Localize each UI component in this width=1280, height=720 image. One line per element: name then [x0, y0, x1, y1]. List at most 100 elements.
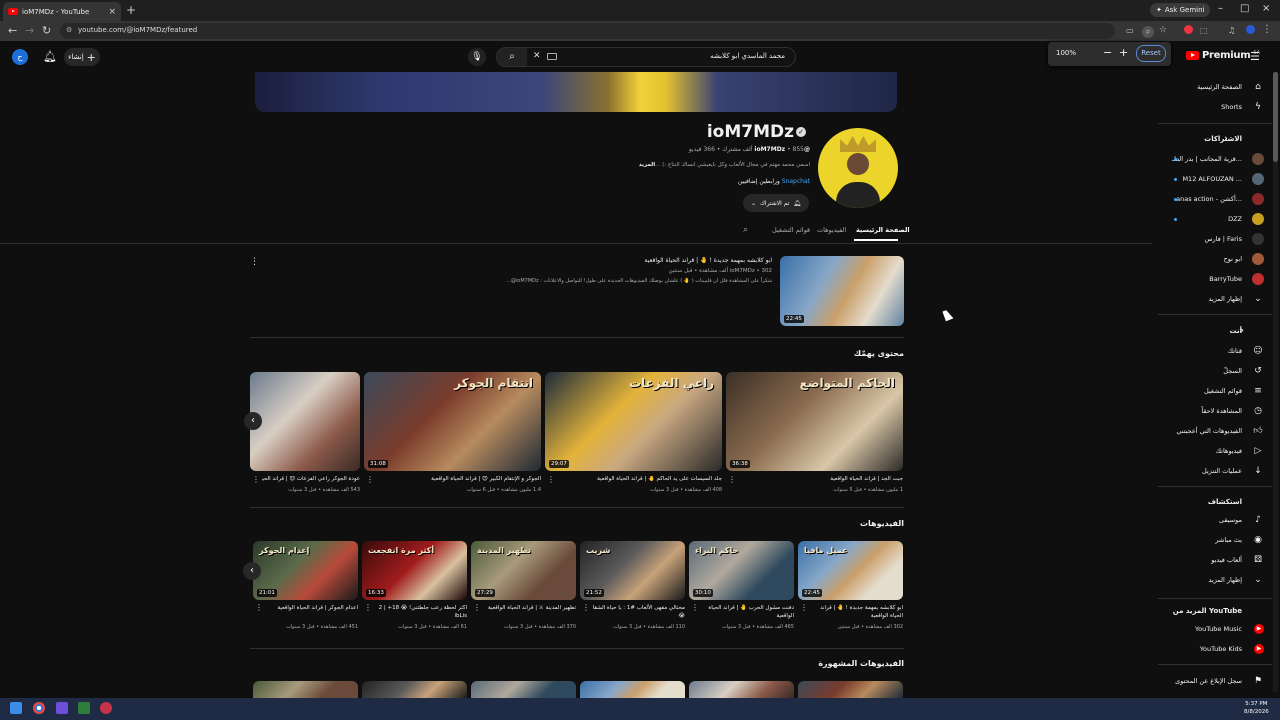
video-card[interactable]: شريب 21:52 محتالي مقهى الألعاب #1 : يا حيا… [580, 541, 685, 637]
sidebar-subscription-item[interactable]: فارس | Faris [1158, 230, 1272, 248]
video-card[interactable]: راعي الفزعات 29:07 جلد السيسات على يد الحا… [545, 372, 722, 497]
sidebar-item-explore[interactable]: موسيقى ♪ [1158, 511, 1272, 529]
sidebar-item-home[interactable]: الصفحة الرئيسية ⌂ [1158, 78, 1272, 96]
sidebar-item-you[interactable]: فيديوهاتك ▷ [1158, 442, 1272, 460]
video-thumbnail[interactable]: الحاكم المتواضع 36:38 [726, 372, 903, 471]
sidebar-item-explore[interactable]: بث مباشر ◉ [1158, 531, 1272, 549]
video-thumbnail[interactable]: إعدام الجوكر 21:01 [253, 541, 358, 600]
video-thumbnail[interactable]: انتقام الجوكر 31:08 [364, 372, 541, 471]
video-title[interactable]: الجوكر و الإنتقام الكبير 😈 | قراند الحيا… [376, 476, 541, 482]
sidebar-item-you[interactable]: السجلّ ↺ [1158, 362, 1272, 380]
video-title[interactable]: اكثر لحظة رعب جلطتني! 😭 18+ | 2 ibLis [371, 604, 467, 620]
video-card[interactable]: الحاكم المتواضع 36:38 جبت الجد | قراند الح… [726, 372, 903, 497]
new-tab-icon[interactable]: + [126, 3, 136, 17]
video-card[interactable]: إعدام الجوكر 21:01 اعدام الجوكر | قراند ال… [253, 541, 358, 637]
featured-thumbnail[interactable]: 22:45 [780, 256, 904, 326]
close-window-icon[interactable]: × [1262, 3, 1270, 14]
sidebar-subscription-item[interactable]: BarryTube [1158, 270, 1272, 288]
video-card[interactable]: عودة الجوكر راعي الفزعات 😈 | قراند الحيا… [250, 372, 360, 497]
hamburger-menu-icon[interactable]: ☰ [1250, 50, 1260, 63]
account-avatar[interactable]: ح [12, 49, 28, 65]
clear-search-icon[interactable]: ✕ [533, 51, 541, 61]
sidebar-subscription-item[interactable]: قرية المجانب | بدر الطـ... [1158, 150, 1272, 168]
video-title[interactable]: جلد السيسات على يد الحاكم 🤚 | قراند الحي… [557, 476, 722, 482]
back-icon[interactable]: ← [8, 24, 17, 37]
sidebar-item-you[interactable]: قوائم التشغيل ≡ [1158, 382, 1272, 400]
video-title[interactable]: اعدام الجوكر | قراند الحياة الواقعية [262, 604, 358, 612]
browser-menu-icon[interactable]: ⋮ [1262, 24, 1272, 35]
minimize-icon[interactable]: – [1218, 3, 1223, 14]
profile-icon[interactable] [1246, 25, 1255, 34]
video-card[interactable]: حاكم البراء 30:10 دفنت مشول الحرب 🤚 | قران… [689, 541, 794, 637]
sidebar-item-you[interactable]: الفيديوهات التي أعجبتني 👍︎ [1158, 422, 1272, 440]
zoom-in-button[interactable]: + [1119, 46, 1128, 59]
sidebar-item-shorts[interactable]: Shorts ϟ [1158, 98, 1272, 116]
more-actions-icon[interactable]: ⋮ [582, 603, 590, 612]
page-scrollbar[interactable] [1273, 72, 1278, 692]
notifications-bell-icon[interactable]: 🔔︎ [43, 50, 57, 63]
sidebar-subscription-item[interactable]: DZZ [1158, 210, 1272, 228]
sidebar-item-youtube-music[interactable]: YouTube Music ▶ [1158, 620, 1272, 638]
more-actions-icon[interactable]: ⋮ [364, 603, 372, 612]
close-tab-icon[interactable]: × [108, 7, 116, 17]
more-actions-icon[interactable]: ⋮ [691, 603, 699, 612]
create-button[interactable]: إنشاء + [64, 48, 100, 66]
sidebar-subscription-item[interactable]: anas action - أكشن... [1158, 190, 1272, 208]
channel-description[interactable]: اسمي محمد مهتم في مجال الألعاب وكل بايعي… [540, 162, 810, 168]
video-card[interactable]: عميل مافيا 22:45 ابو كلابشه بمهمة جديدة ! … [798, 541, 903, 637]
more-actions-icon[interactable]: ⋮ [473, 603, 481, 612]
tab-videos[interactable]: الفيديوهات [817, 226, 846, 234]
video-title[interactable]: ابو كلابشه بمهمة جديدة ! 🤚 | قراند الحيا… [807, 604, 903, 620]
sidebar-item-you[interactable]: المشاهدة لاحقاً ◷ [1158, 402, 1272, 420]
video-title[interactable]: محتالي مقهى الألعاب #1 : يا حياة الشقا 😭 [589, 604, 685, 620]
video-thumbnail[interactable]: راعي الفزعات 29:07 [545, 372, 722, 471]
more-actions-icon[interactable]: ⋮ [728, 475, 736, 484]
taskbar-clock[interactable]: 5:37 PM 8/8/2026 [1244, 700, 1269, 716]
shelf-previous-arrow[interactable]: ‹ [244, 412, 262, 430]
channel-links[interactable]: Snapchat ورابطين إضافيين [640, 178, 810, 185]
video-thumbnail[interactable]: تطهير المدينة 27:29 [471, 541, 576, 600]
video-thumbnail[interactable]: حاكم البراء 30:10 [689, 541, 794, 600]
bookmark-star-icon[interactable]: ☆ [1159, 25, 1167, 35]
channel-search-icon[interactable]: ⌕ [743, 225, 748, 235]
sidebar-item-report-history[interactable]: سجل الإبلاغ عن المحتوى ⚑ [1158, 672, 1272, 690]
video-title[interactable]: عودة الجوكر راعي الفزعات 😈 | قراند الحيا… [262, 476, 360, 482]
search-box[interactable]: ⌕ ✕ محمد الماسدي ابو كلابشه [496, 47, 796, 67]
channel-avatar[interactable] [818, 128, 898, 208]
youtube-premium-logo[interactable]: Premium SA [1186, 50, 1260, 61]
sidebar-item-explore[interactable]: ألعاب فيديو ⚄ [1158, 551, 1272, 569]
shelf-previous-arrow[interactable]: ‹ [243, 562, 261, 580]
search-input[interactable]: محمد الماسدي ابو كلابشه [710, 52, 785, 60]
snapchat-link[interactable]: Snapchat [782, 178, 810, 185]
video-thumbnail[interactable] [250, 372, 360, 471]
video-title[interactable]: تطهير المدينة ⚔ | قراند الحياة الواقعية [480, 604, 576, 612]
sidebar-subscription-item[interactable]: ابو نوح [1158, 250, 1272, 268]
sidebar-subscription-item[interactable]: M12 ALFOUZAN ... [1158, 170, 1272, 188]
site-info-icon[interactable]: ⚙ [66, 26, 72, 34]
video-thumbnail[interactable] [798, 681, 903, 698]
more-actions-icon[interactable]: ⋮ [255, 603, 263, 612]
ask-gemini-button[interactable]: ✦ Ask Gemini [1150, 3, 1211, 17]
forward-icon[interactable]: → [25, 24, 34, 37]
sidebar-item-explore[interactable]: إظهار المزيد ⌄ [1158, 571, 1272, 589]
video-title[interactable]: دفنت مشول الحرب 🤚 | قراند الحياة الواقعي… [698, 604, 794, 620]
video-thumbnail[interactable]: شريب 21:52 [580, 541, 685, 600]
chrome-icon[interactable] [33, 702, 45, 714]
zoom-icon[interactable]: ⌕ [1142, 26, 1154, 38]
sidebar-item-you[interactable]: عمليات التنزيل ↓ [1158, 462, 1272, 480]
more-link[interactable]: المزيد [639, 162, 655, 168]
sidebar-item-youtube-kids[interactable]: YouTube Kids ▶ [1158, 640, 1272, 658]
video-title[interactable]: جبت الجد | قراند الحياة الواقعية [738, 476, 903, 482]
video-thumbnail[interactable] [253, 681, 358, 698]
zoom-out-button[interactable]: − [1103, 46, 1112, 59]
video-card[interactable]: انتقام الجوكر 31:08 الجوكر و الإنتقام الكب… [364, 372, 541, 497]
video-thumbnail[interactable] [689, 681, 794, 698]
sidebar-subscriptions-header[interactable]: الاشتراكات › [1158, 130, 1272, 148]
media-icon[interactable]: ♫ [1228, 26, 1235, 35]
extension-red-icon[interactable] [1184, 25, 1193, 34]
video-card[interactable]: تطهير المدينة 27:29 تطهير المدينة ⚔ | قران… [471, 541, 576, 637]
maximize-icon[interactable]: □ [1240, 3, 1249, 14]
more-actions-icon[interactable]: ⋮ [547, 475, 555, 484]
video-thumbnail[interactable] [580, 681, 685, 698]
extra-links[interactable]: ورابطين إضافيين [738, 178, 780, 185]
